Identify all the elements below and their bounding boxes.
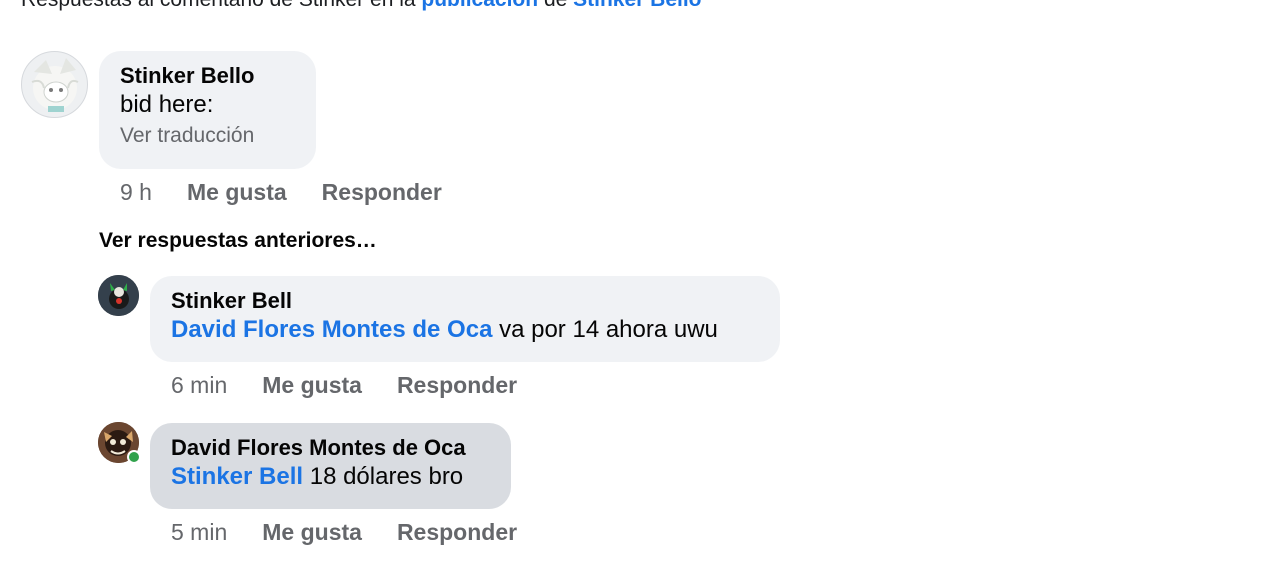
like-button[interactable]: Me gusta <box>262 519 362 546</box>
avatar-stinker-bell[interactable] <box>98 275 139 316</box>
reply-button[interactable]: Responder <box>397 519 517 546</box>
like-button[interactable]: Me gusta <box>262 372 362 399</box>
reply-timestamp[interactable]: 6 min <box>171 372 227 399</box>
reply-actions: 6 min Me gusta Responder <box>171 372 517 399</box>
online-status-indicator <box>127 450 141 464</box>
comment-bubble-stinker-bello: Stinker Bello bid here: Ver traducción <box>99 51 316 169</box>
avatar-illustration-icon <box>98 275 139 316</box>
reply-author[interactable]: Stinker Bell <box>171 287 759 314</box>
reply-text: David Flores Montes de Oca va por 14 aho… <box>171 314 759 346</box>
page-link[interactable]: Stinker Bello <box>573 0 701 11</box>
reply-message: 18 dólares bro <box>309 463 464 490</box>
reply-timestamp[interactable]: 5 min <box>171 519 227 546</box>
reply-button[interactable]: Responder <box>397 372 517 399</box>
reply-author[interactable]: David Flores Montes de Oca <box>171 434 490 461</box>
comment-actions: 9 h Me gusta Responder <box>120 179 442 206</box>
see-translation-link[interactable]: Ver traducción <box>120 121 295 151</box>
comment-timestamp[interactable]: 9 h <box>120 179 152 206</box>
thread-context-header: Respuestas al comentario de Stinker en l… <box>21 0 702 12</box>
comment-author[interactable]: Stinker Bello <box>120 62 295 89</box>
reply-bubble-david-flores: David Flores Montes de Oca Stinker Bell … <box>150 423 511 509</box>
view-previous-replies-link[interactable]: Ver respuestas anteriores… <box>99 229 377 253</box>
like-button[interactable]: Me gusta <box>187 179 287 206</box>
avatar-stinker-bello[interactable] <box>21 51 88 118</box>
header-connector: de <box>544 0 567 11</box>
comment-text: bid here: <box>120 91 214 118</box>
reply-mention[interactable]: Stinker Bell <box>171 463 303 490</box>
reply-text: Stinker Bell 18 dólares bro <box>171 461 490 493</box>
avatar-illustration-icon <box>31 58 79 112</box>
reply-actions: 5 min Me gusta Responder <box>171 519 517 546</box>
reply-button[interactable]: Responder <box>322 179 442 206</box>
reply-mention[interactable]: David Flores Montes de Oca <box>171 316 492 343</box>
reply-bubble-stinker-bell: Stinker Bell David Flores Montes de Oca … <box>150 276 780 362</box>
header-prefix: Respuestas al comentario de Stinker en l… <box>21 0 416 11</box>
reply-message: va por 14 ahora uwu <box>499 316 718 343</box>
post-link[interactable]: publicación <box>421 0 538 11</box>
